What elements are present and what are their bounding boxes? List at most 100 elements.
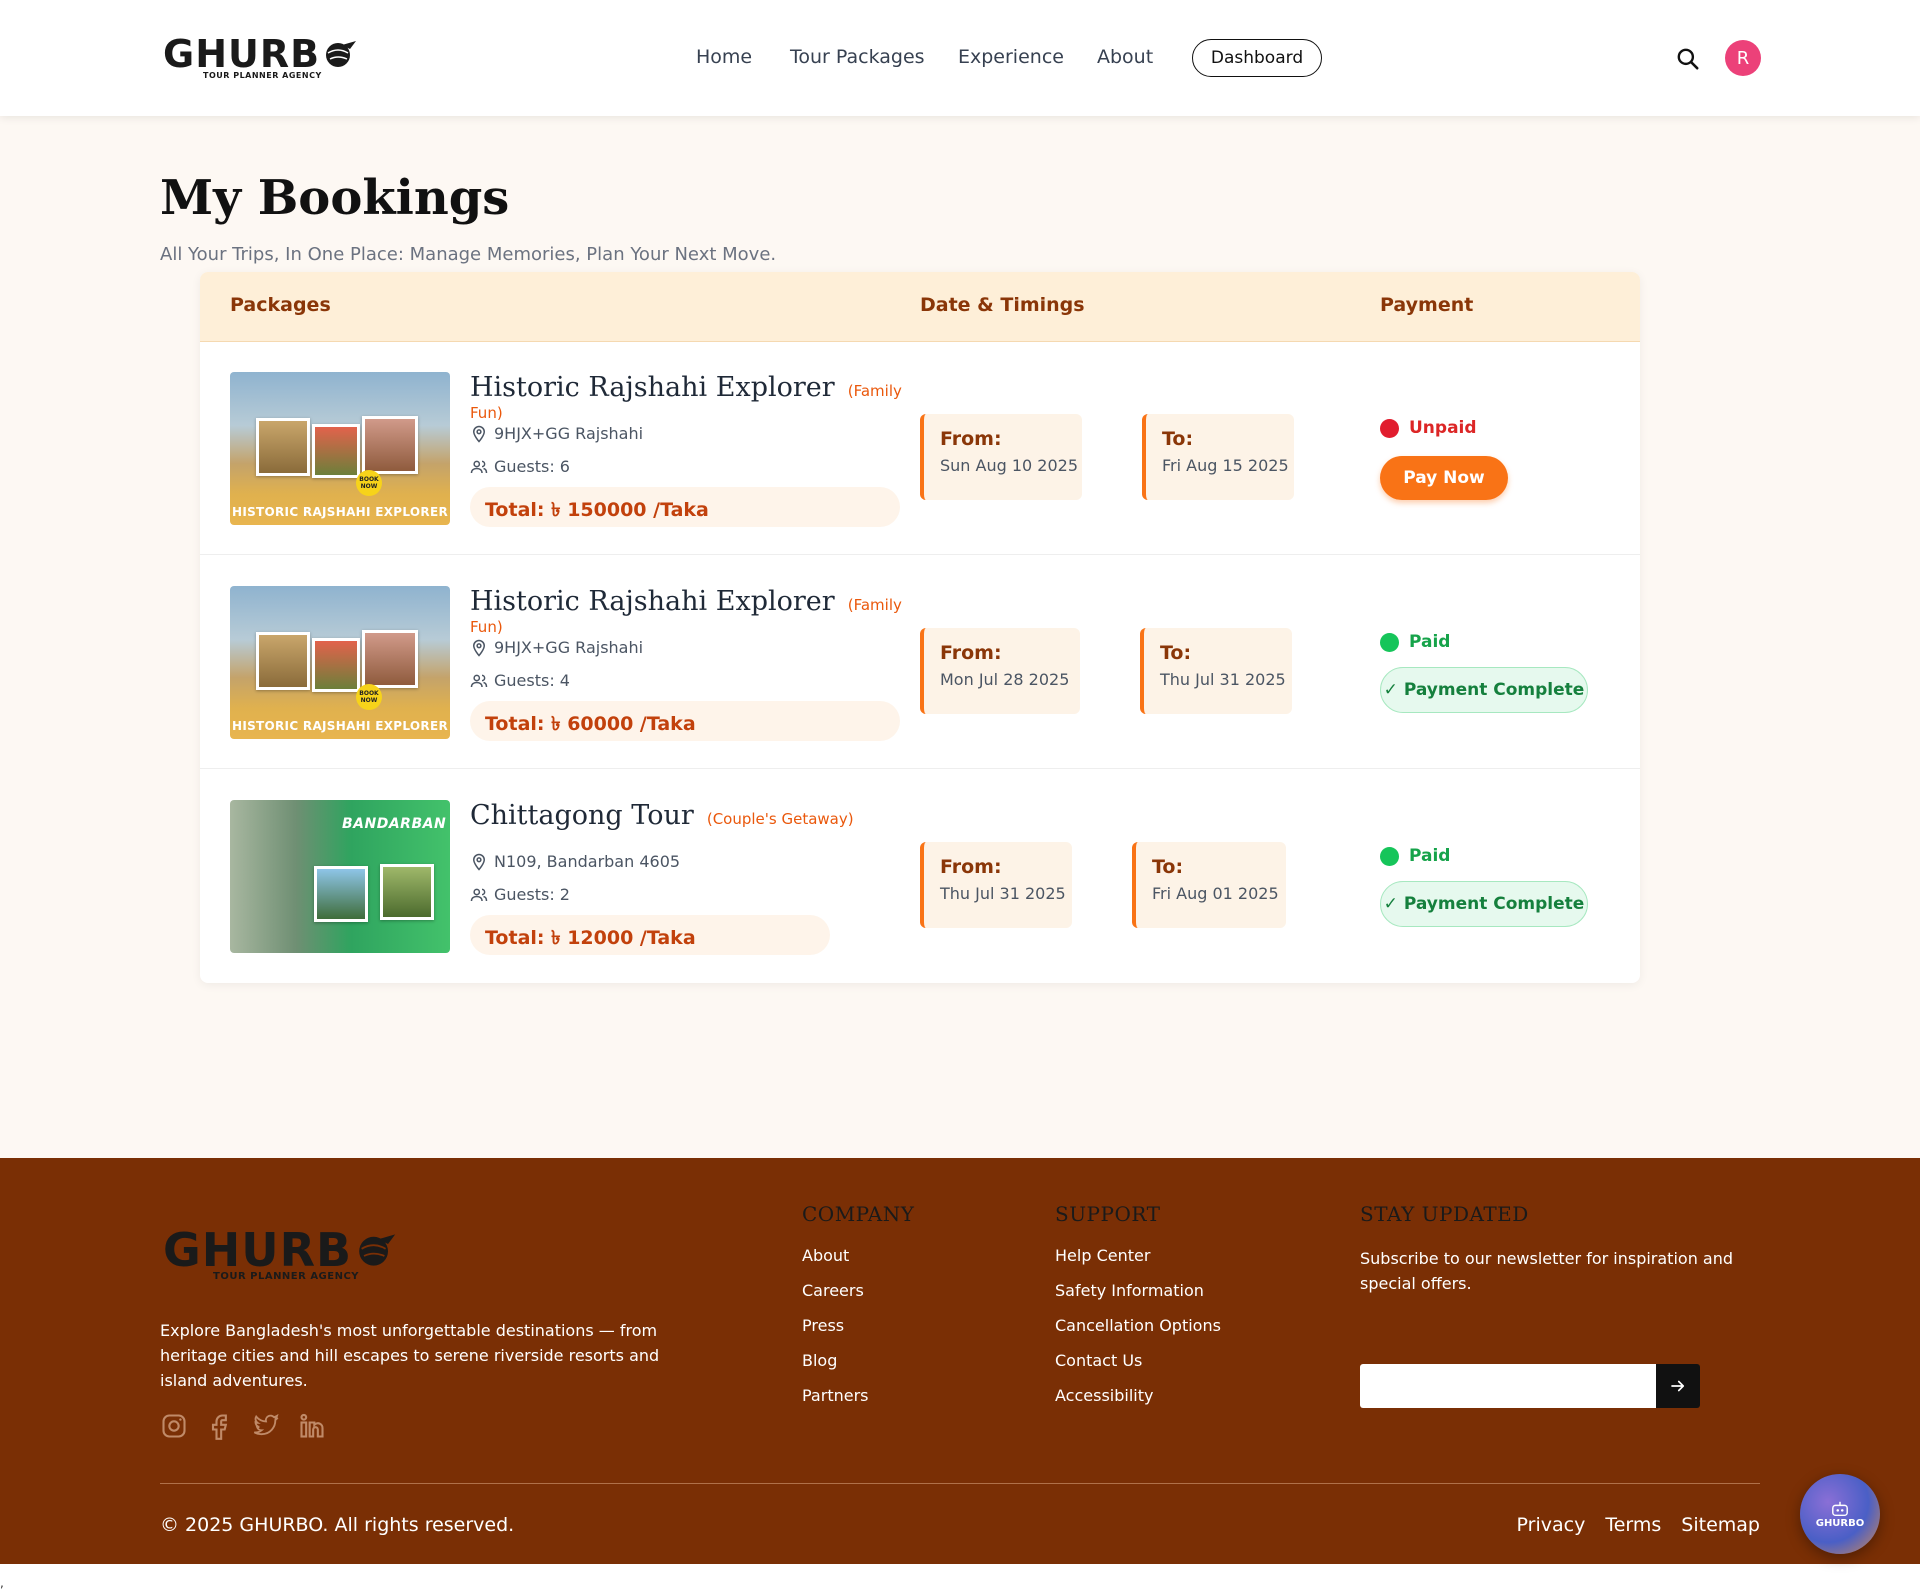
linkedin-icon[interactable] bbox=[298, 1412, 326, 1440]
dashboard-button[interactable]: Dashboard bbox=[1192, 39, 1322, 77]
newsletter-submit-button[interactable] bbox=[1656, 1364, 1700, 1408]
package-info: Historic Rajshahi Explorer (Family Fun) … bbox=[470, 372, 910, 527]
stray-character: , bbox=[0, 1576, 4, 1590]
footer-link-contact[interactable]: Contact Us bbox=[1055, 1351, 1221, 1386]
copyright-text: © 2025 GHURBO. All rights reserved. bbox=[160, 1514, 515, 1536]
total-price: Total: ৳ 60000 /Taka bbox=[470, 701, 900, 741]
location-text: 9HJX+GG Rajshahi bbox=[494, 638, 644, 657]
location-text: 9HJX+GG Rajshahi bbox=[494, 424, 644, 443]
footer-divider bbox=[160, 1483, 1760, 1484]
instagram-icon[interactable] bbox=[160, 1412, 188, 1440]
from-label: From: bbox=[940, 642, 1002, 664]
search-icon[interactable] bbox=[1675, 46, 1701, 72]
book-now-badge: BOOK NOW bbox=[356, 470, 382, 496]
package-location: 9HJX+GG Rajshahi bbox=[470, 424, 643, 443]
payment-complete-badge: ✓ Payment Complete bbox=[1380, 667, 1588, 713]
page-subtitle: All Your Trips, In One Place: Manage Mem… bbox=[160, 244, 777, 265]
thumb-caption: HISTORIC RAJSHAHI EXPLORER bbox=[231, 505, 449, 519]
package-location: N109, Bandarban 4605 bbox=[470, 852, 680, 871]
status-dot bbox=[1380, 418, 1399, 438]
fab-label: GHURBO bbox=[1815, 1517, 1865, 1529]
location-pin-icon bbox=[472, 639, 486, 657]
from-label: From: bbox=[940, 856, 1002, 878]
users-icon bbox=[470, 888, 488, 901]
package-title[interactable]: Historic Rajshahi Explorer bbox=[470, 586, 835, 617]
sitemap-link[interactable]: Sitemap bbox=[1681, 1514, 1760, 1536]
footer-link-cancellation[interactable]: Cancellation Options bbox=[1055, 1316, 1221, 1351]
nav-home[interactable]: Home bbox=[696, 46, 752, 68]
footer-link-partners[interactable]: Partners bbox=[802, 1386, 914, 1421]
social-links bbox=[160, 1412, 326, 1440]
footer-company-column: COMPANY About Careers Press Blog Partner… bbox=[802, 1202, 914, 1421]
package-title[interactable]: Chittagong Tour bbox=[470, 800, 694, 831]
package-title[interactable]: Historic Rajshahi Explorer bbox=[470, 372, 835, 403]
header-packages: Packages bbox=[230, 294, 331, 316]
footer-link-careers[interactable]: Careers bbox=[802, 1281, 914, 1316]
thumb-photo bbox=[256, 418, 310, 476]
thumb-photo bbox=[312, 638, 360, 692]
footer-link-about[interactable]: About bbox=[802, 1246, 914, 1281]
package-thumbnail[interactable]: BOOK NOW HISTORIC RAJSHAHI EXPLORER bbox=[230, 586, 450, 739]
guests-text: Guests: 6 bbox=[494, 457, 570, 476]
payment-complete-badge: ✓ Payment Complete bbox=[1380, 881, 1588, 927]
thumb-photo bbox=[362, 630, 418, 688]
privacy-link[interactable]: Privacy bbox=[1517, 1514, 1586, 1536]
thumb-caption: HISTORIC RAJSHAHI EXPLORER bbox=[231, 719, 449, 733]
newsletter-heading: STAY UPDATED bbox=[1360, 1202, 1529, 1226]
package-category: (Couple's Getaway) bbox=[706, 810, 854, 828]
footer-newsletter: STAY UPDATED Subscribe to our newsletter… bbox=[1360, 1202, 1760, 1408]
from-date-box: From: Thu Jul 31 2025 bbox=[920, 842, 1072, 928]
arrow-right-icon bbox=[1671, 1380, 1685, 1392]
booking-row: BOOK NOW HISTORIC RAJSHAHI EXPLORER Hist… bbox=[200, 556, 1640, 769]
guests-text: Guests: 4 bbox=[494, 671, 570, 690]
footer-link-accessibility[interactable]: Accessibility bbox=[1055, 1386, 1221, 1421]
status-label: Paid bbox=[1409, 846, 1451, 866]
booking-row: BANDARBAN Chittagong Tour (Couple's Geta… bbox=[200, 770, 1640, 983]
facebook-icon[interactable] bbox=[206, 1412, 234, 1440]
robot-icon bbox=[1832, 1501, 1848, 1516]
globe-plane-icon bbox=[359, 1234, 396, 1266]
payment-status: Paid bbox=[1380, 632, 1450, 652]
to-date-box: To: Thu Jul 31 2025 bbox=[1140, 628, 1292, 714]
status-label: Paid bbox=[1409, 632, 1451, 652]
payment-status: Unpaid bbox=[1380, 418, 1477, 438]
main-nav: Home Tour Packages Experience About Dash… bbox=[0, 38, 1920, 78]
nav-tour-packages[interactable]: Tour Packages bbox=[790, 46, 925, 68]
from-date: Sun Aug 10 2025 bbox=[940, 456, 1079, 475]
pay-now-button[interactable]: Pay Now bbox=[1380, 456, 1508, 500]
footer-logo[interactable]: GHURB TOUR PLANNER AGENCY bbox=[163, 1226, 398, 1282]
thumb-photo bbox=[312, 424, 360, 478]
site-footer: GHURB TOUR PLANNER AGENCY Explore Bangla… bbox=[0, 1158, 1920, 1564]
newsletter-text: Subscribe to our newsletter for inspirat… bbox=[1360, 1249, 1734, 1293]
nav-about[interactable]: About bbox=[1097, 46, 1153, 68]
total-price: Total: ৳ 150000 /Taka bbox=[470, 487, 900, 527]
package-thumbnail[interactable]: BOOK NOW HISTORIC RAJSHAHI EXPLORER bbox=[230, 372, 450, 525]
users-icon bbox=[470, 460, 488, 473]
from-date: Thu Jul 31 2025 bbox=[940, 884, 1066, 903]
location-pin-icon bbox=[472, 853, 486, 871]
footer-link-safety[interactable]: Safety Information bbox=[1055, 1281, 1221, 1316]
location-text: N109, Bandarban 4605 bbox=[494, 852, 681, 871]
thumb-photo bbox=[314, 866, 368, 922]
footer-support-column: SUPPORT Help Center Safety Information C… bbox=[1055, 1202, 1221, 1421]
to-date: Thu Jul 31 2025 bbox=[1160, 670, 1286, 689]
nav-experience[interactable]: Experience bbox=[958, 46, 1064, 68]
twitter-icon[interactable] bbox=[252, 1412, 280, 1440]
guests-text: Guests: 2 bbox=[494, 885, 570, 904]
to-label: To: bbox=[1152, 856, 1184, 878]
footer-link-help-center[interactable]: Help Center bbox=[1055, 1246, 1221, 1281]
footer-link-press[interactable]: Press bbox=[802, 1316, 914, 1351]
footer-link-blog[interactable]: Blog bbox=[802, 1351, 914, 1386]
terms-link[interactable]: Terms bbox=[1605, 1514, 1661, 1536]
status-dot bbox=[1380, 632, 1399, 652]
location-pin-icon bbox=[472, 425, 486, 443]
package-guests: Guests: 4 bbox=[470, 671, 570, 690]
legal-links: Privacy Terms Sitemap bbox=[1517, 1514, 1760, 1536]
total-price: Total: ৳ 12000 /Taka bbox=[470, 915, 830, 955]
package-location: 9HJX+GG Rajshahi bbox=[470, 638, 643, 657]
newsletter-email-input[interactable] bbox=[1360, 1364, 1656, 1408]
package-thumbnail[interactable]: BANDARBAN bbox=[230, 800, 450, 953]
thumb-photo bbox=[256, 632, 310, 690]
chat-assistant-button[interactable]: GHURBO bbox=[1800, 1474, 1880, 1554]
user-avatar[interactable]: R bbox=[1725, 40, 1761, 76]
